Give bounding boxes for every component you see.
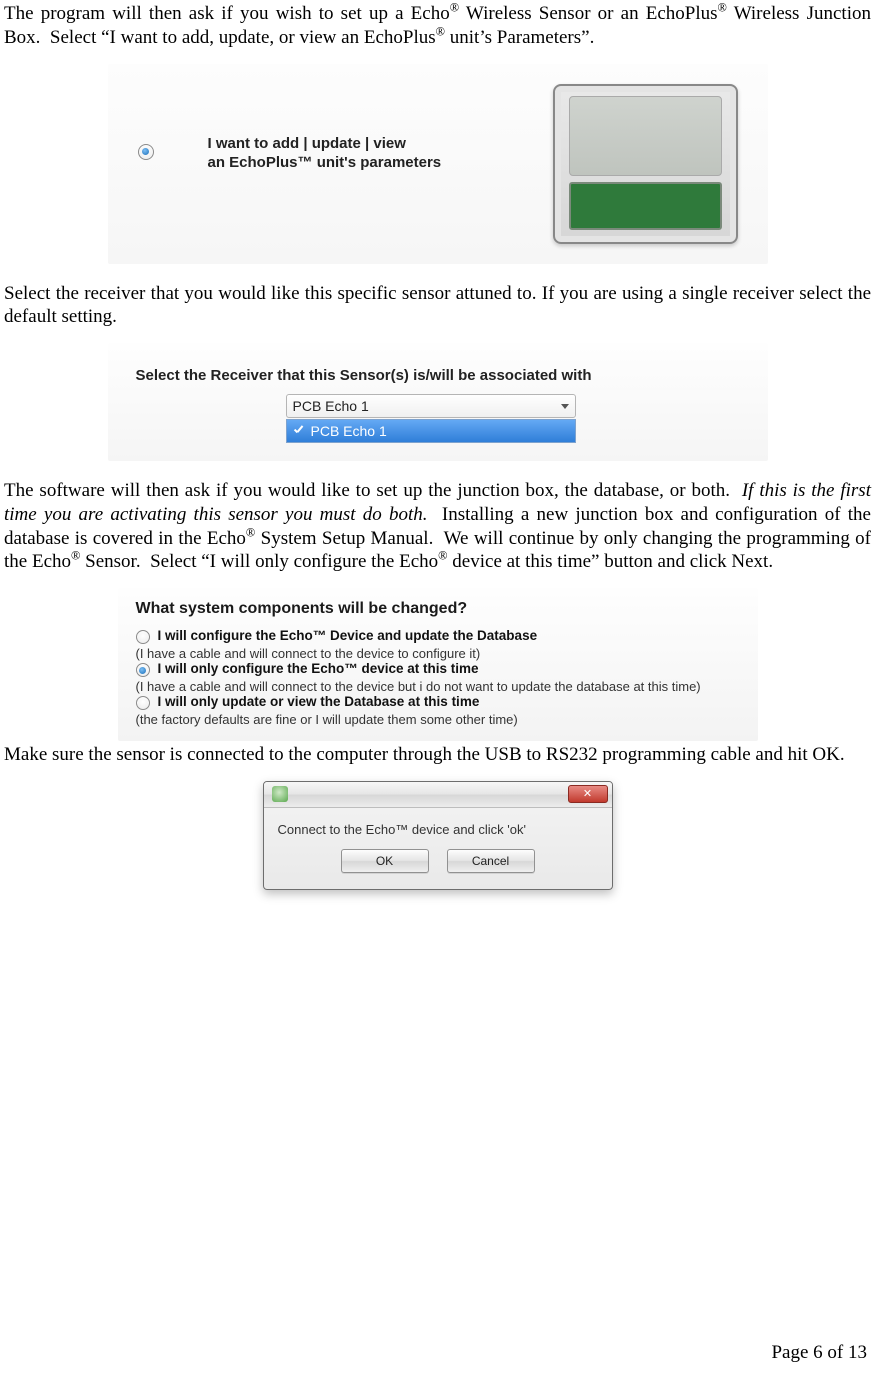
figure-connect-dialog: ✕ Connect to the Echo™ device and click … (263, 781, 613, 890)
components-option-1-sub: (I have a cable and will connect to the … (136, 646, 742, 661)
chevron-down-icon (561, 404, 569, 409)
receiver-combobox[interactable]: PCB Echo 1 (286, 394, 576, 418)
dialog-message: Connect to the Echo™ device and click 'o… (264, 808, 612, 843)
radio-label-line1: I want to add | update | view (208, 134, 442, 154)
components-heading: What system components will be changed? (136, 600, 742, 618)
ok-button[interactable]: OK (341, 849, 429, 873)
radio-icon (136, 696, 150, 710)
radio-icon (136, 663, 150, 677)
components-option-3[interactable]: I will only update or view the Database … (136, 694, 742, 710)
figure-system-components: What system components will be changed? … (118, 588, 758, 741)
app-icon (272, 786, 288, 802)
figure-receiver-select: Select the Receiver that this Sensor(s) … (108, 343, 768, 461)
radio-icon (136, 630, 150, 644)
paragraph-1: The program will then ask if you wish to… (4, 2, 871, 50)
receiver-heading: Select the Receiver that this Sensor(s) … (136, 367, 748, 384)
paragraph-3: The software will then ask if you would … (4, 479, 871, 574)
components-option-1-label: I will configure the Echo™ Device and up… (158, 628, 742, 643)
components-option-2[interactable]: I will only configure the Echo™ device a… (136, 661, 742, 677)
junction-box-icon (553, 84, 738, 244)
receiver-option-label: PCB Echo 1 (311, 423, 387, 439)
paragraph-4: Make sure the sensor is connected to the… (4, 743, 871, 767)
radio-label: I want to add | update | view an EchoPlu… (208, 134, 442, 173)
checkmark-icon (293, 425, 305, 437)
close-button[interactable]: ✕ (568, 785, 608, 803)
page-footer: Page 6 of 13 (771, 1342, 867, 1364)
receiver-combobox-value: PCB Echo 1 (293, 398, 369, 414)
radio-icon[interactable] (138, 144, 154, 160)
paragraph-2: Select the receiver that you would like … (4, 282, 871, 330)
components-option-3-label: I will only update or view the Database … (158, 694, 742, 709)
receiver-option-selected[interactable]: PCB Echo 1 (287, 420, 575, 442)
components-option-3-sub: (the factory defaults are fine or I will… (136, 712, 742, 727)
cancel-button[interactable]: Cancel (447, 849, 535, 873)
components-option-2-sub: (I have a cable and will connect to the … (136, 679, 742, 694)
components-option-1[interactable]: I will configure the Echo™ Device and up… (136, 628, 742, 644)
radio-label-line2: an EchoPlus™ unit's parameters (208, 153, 442, 173)
close-icon: ✕ (583, 789, 592, 800)
components-option-2-label: I will only configure the Echo™ device a… (158, 661, 742, 676)
dialog-titlebar: ✕ (264, 782, 612, 808)
figure-echoplus-option: I want to add | update | view an EchoPlu… (108, 64, 768, 264)
